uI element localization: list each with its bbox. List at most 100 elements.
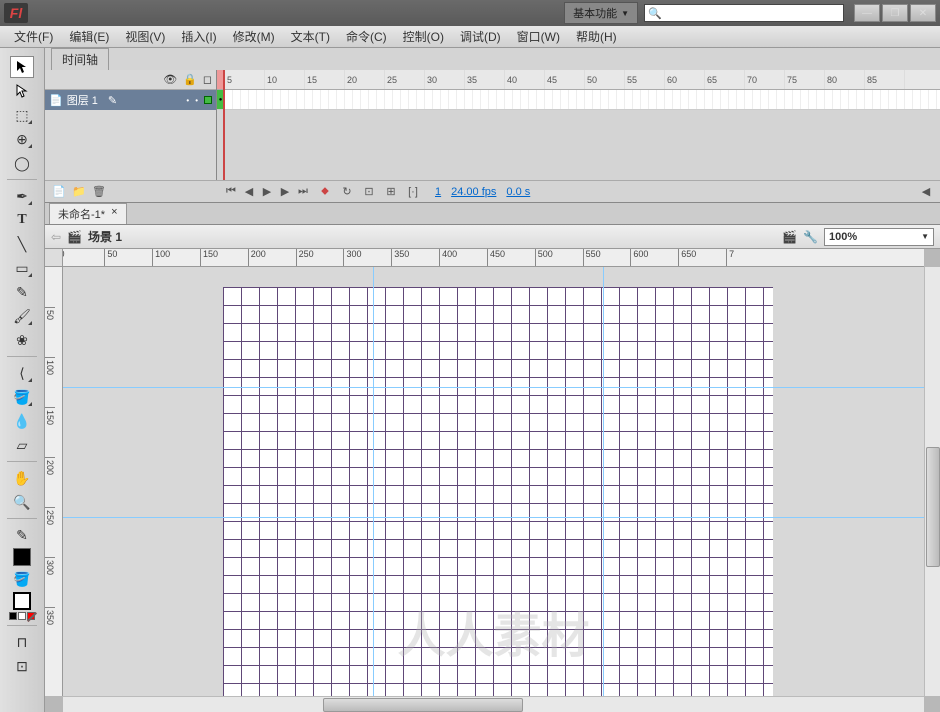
vertical-ruler[interactable]: 0 50 100 150 200 250 300 350 bbox=[45, 267, 63, 696]
back-button[interactable]: ⇦ bbox=[51, 230, 61, 244]
stroke-color-tool[interactable]: ✎ bbox=[10, 524, 34, 546]
scrollbar-thumb[interactable] bbox=[926, 447, 940, 567]
outline-icon[interactable]: ◻ bbox=[203, 73, 212, 86]
zoom-tool[interactable]: 🔍 bbox=[10, 491, 34, 513]
visibility-icon[interactable]: 👁 bbox=[163, 73, 177, 86]
menu-window[interactable]: 窗口(W) bbox=[509, 28, 568, 45]
menu-view[interactable]: 视图(V) bbox=[117, 28, 173, 45]
menu-text[interactable]: 文本(T) bbox=[283, 28, 338, 45]
search-icon: 🔍 bbox=[648, 7, 662, 20]
brush-tool[interactable]: 🖌 bbox=[10, 305, 34, 327]
goto-first-button[interactable]: ⏮ bbox=[223, 184, 239, 200]
guide-horizontal[interactable] bbox=[63, 517, 924, 518]
deco-tool[interactable]: ❀ bbox=[10, 329, 34, 351]
delete-layer-button[interactable]: 🗑 bbox=[91, 184, 107, 200]
layer-name: 图层 1 bbox=[67, 92, 98, 108]
menu-control[interactable]: 控制(O) bbox=[395, 28, 452, 45]
fps-display[interactable]: 24.00 fps bbox=[451, 186, 496, 198]
menu-edit[interactable]: 编辑(E) bbox=[61, 28, 117, 45]
pen-tool[interactable]: ✒ bbox=[10, 185, 34, 207]
zoom-select[interactable]: 100% ▼ bbox=[824, 228, 934, 246]
scene-icon: 🎬 bbox=[67, 230, 82, 244]
onion-outline-button[interactable]: ⊞ bbox=[383, 184, 399, 200]
loop-button[interactable]: ↻ bbox=[339, 184, 355, 200]
document-tabs: 未命名-1* × bbox=[45, 203, 940, 225]
eraser-tool[interactable]: ▱ bbox=[10, 434, 34, 456]
snap-tool[interactable]: ⊓ bbox=[10, 631, 34, 653]
app-logo: Fl bbox=[4, 3, 28, 23]
canvas-viewport[interactable]: 人人素材 bbox=[63, 267, 924, 696]
ruler-corner bbox=[45, 249, 63, 267]
3d-rotation-tool[interactable]: ⊕ bbox=[10, 128, 34, 150]
chevron-down-icon: ▼ bbox=[921, 232, 929, 241]
fill-swatch[interactable] bbox=[13, 592, 31, 610]
menu-debug[interactable]: 调试(D) bbox=[452, 28, 509, 45]
scene-name[interactable]: 场景 1 bbox=[88, 228, 122, 245]
horizontal-scrollbar[interactable] bbox=[63, 696, 924, 712]
playhead[interactable] bbox=[223, 70, 225, 180]
vertical-scrollbar[interactable] bbox=[924, 267, 940, 696]
rectangle-tool[interactable]: ▭ bbox=[10, 257, 34, 279]
subselection-tool[interactable] bbox=[10, 80, 34, 102]
document-tab-label: 未命名-1* bbox=[58, 206, 105, 222]
search-input[interactable]: 🔍 bbox=[644, 4, 844, 22]
stage[interactable] bbox=[223, 287, 773, 696]
title-bar: Fl 基本功能 ▼ 🔍 — ❐ ✕ bbox=[0, 0, 940, 26]
menu-file[interactable]: 文件(F) bbox=[6, 28, 61, 45]
hand-tool[interactable]: ✋ bbox=[10, 467, 34, 489]
stroke-swatch[interactable] bbox=[13, 548, 31, 566]
paint-bucket-tool[interactable]: 🪣 bbox=[10, 386, 34, 408]
goto-last-button[interactable]: ⏭ bbox=[295, 184, 311, 200]
lock-icon[interactable]: 🔒 bbox=[183, 73, 197, 86]
maximize-button[interactable]: ❐ bbox=[882, 4, 908, 22]
step-back-button[interactable]: ◀ bbox=[241, 184, 257, 200]
horizontal-ruler[interactable]: 150 100 50 0 50 100 150 200 250 300 350 … bbox=[63, 249, 924, 267]
layer-icon: 📄 bbox=[49, 94, 63, 107]
workspace-label: 基本功能 bbox=[573, 5, 617, 21]
layer-column: 👁 🔒 ◻ 📄 图层 1 ✎ •• bbox=[45, 70, 217, 180]
edit-bar: ⇦ 🎬 场景 1 🎬 🔧 100% ▼ bbox=[45, 225, 940, 249]
chevron-down-icon: ▼ bbox=[621, 9, 629, 18]
close-tab-icon[interactable]: × bbox=[111, 206, 117, 222]
workspace-switcher[interactable]: 基本功能 ▼ bbox=[564, 2, 638, 24]
current-frame[interactable]: 1 bbox=[435, 186, 441, 198]
eyedropper-tool[interactable]: 💧 bbox=[10, 410, 34, 432]
lasso-tool[interactable]: ◯ bbox=[10, 152, 34, 174]
new-folder-button[interactable]: 📁 bbox=[71, 184, 87, 200]
minimize-button[interactable]: — bbox=[854, 4, 880, 22]
swap-colors[interactable] bbox=[9, 612, 35, 620]
timeline-panel: 时间轴 👁 🔒 ◻ 📄 图层 1 ✎ •• bbox=[45, 48, 940, 203]
pencil-tool[interactable]: ✎ bbox=[10, 281, 34, 303]
onion-skin-button[interactable]: ⊡ bbox=[361, 184, 377, 200]
guide-vertical[interactable] bbox=[603, 267, 604, 696]
edit-symbols-button[interactable]: 🔧 bbox=[803, 230, 818, 244]
guide-vertical[interactable] bbox=[373, 267, 374, 696]
edit-multiple-button[interactable]: [·] bbox=[405, 184, 421, 200]
tools-panel: ⬚ ⊕ ◯ ✒ T ╲ ▭ ✎ 🖌 ❀ ⟨ 🪣 💧 ▱ ✋ 🔍 ✎ 🪣 ⊓ ⊡ bbox=[0, 48, 45, 712]
document-tab[interactable]: 未命名-1* × bbox=[49, 203, 127, 224]
menu-insert[interactable]: 插入(I) bbox=[173, 28, 224, 45]
center-frame-button[interactable]: ⬥ bbox=[317, 184, 333, 200]
menu-help[interactable]: 帮助(H) bbox=[568, 28, 625, 45]
menu-commands[interactable]: 命令(C) bbox=[338, 28, 395, 45]
frames-area[interactable]: 5 10 15 20 25 30 35 40 45 50 55 60 65 70 bbox=[217, 70, 940, 180]
zoom-value: 100% bbox=[829, 231, 857, 243]
options-tool[interactable]: ⊡ bbox=[10, 655, 34, 677]
new-layer-button[interactable]: 📄 bbox=[51, 184, 67, 200]
scrollbar-thumb[interactable] bbox=[323, 698, 523, 712]
free-transform-tool[interactable]: ⬚ bbox=[10, 104, 34, 126]
layer-row[interactable]: 📄 图层 1 ✎ •• bbox=[45, 90, 216, 110]
guide-horizontal[interactable] bbox=[63, 387, 924, 388]
timeline-scroll-left[interactable]: ◀ bbox=[918, 184, 934, 200]
text-tool[interactable]: T bbox=[10, 209, 34, 231]
line-tool[interactable]: ╲ bbox=[10, 233, 34, 255]
fill-color-tool[interactable]: 🪣 bbox=[10, 568, 34, 590]
bone-tool[interactable]: ⟨ bbox=[10, 362, 34, 384]
menu-modify[interactable]: 修改(M) bbox=[225, 28, 283, 45]
selection-tool[interactable] bbox=[10, 56, 34, 78]
play-button[interactable]: ▶ bbox=[259, 184, 275, 200]
edit-scene-button[interactable]: 🎬 bbox=[782, 230, 797, 244]
close-button[interactable]: ✕ bbox=[910, 4, 936, 22]
step-forward-button[interactable]: ▶ bbox=[277, 184, 293, 200]
timeline-tab[interactable]: 时间轴 bbox=[51, 48, 109, 70]
